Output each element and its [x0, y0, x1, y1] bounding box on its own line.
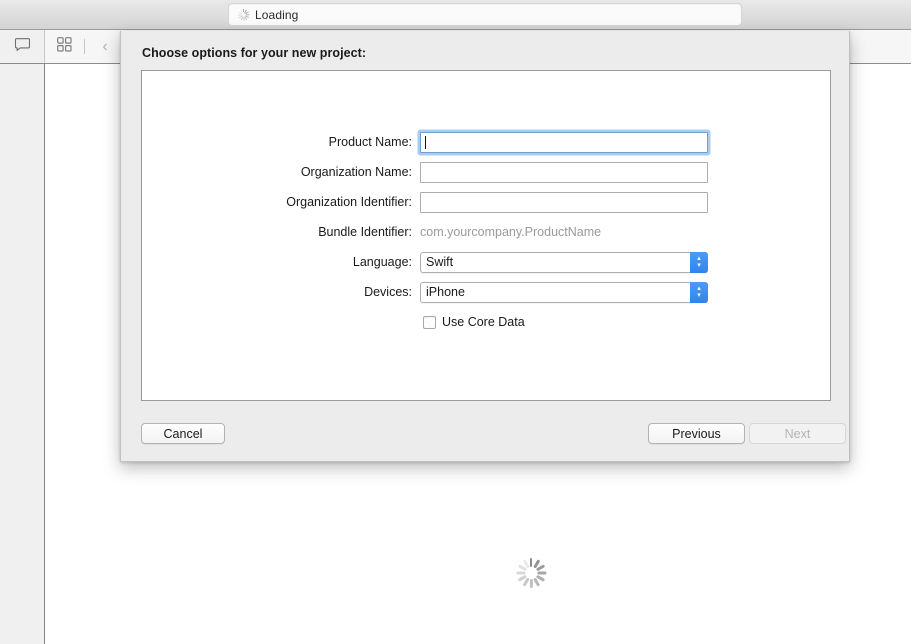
field-label: Devices:	[364, 285, 412, 299]
use-core-data-checkbox[interactable]: Use Core Data	[420, 315, 525, 329]
app-window: Loading ‹ Choose options for your new pr…	[0, 0, 911, 644]
checkbox-label: Use Core Data	[442, 315, 525, 329]
sheet-title: Choose options for your new project:	[142, 46, 367, 60]
cancel-button[interactable]: Cancel	[141, 423, 225, 444]
popup-button[interactable]: Swift ▴ ▾	[420, 251, 708, 273]
previous-button[interactable]: Previous	[648, 423, 745, 444]
field-label: Language:	[352, 255, 412, 269]
grid-icon	[56, 36, 72, 57]
form-row: Organization Identifier:	[142, 191, 832, 213]
form-row: Devices: iPhone ▴ ▾	[142, 281, 832, 303]
form-row: Bundle Identifier: com.yourcompany.Produc…	[142, 221, 832, 243]
spinner-icon	[237, 8, 250, 21]
sheet-content-panel: Product Name: Organization Name: Organizat…	[141, 70, 831, 401]
popup-selected-value: Swift	[426, 255, 454, 269]
field-label: Bundle Identifier:	[318, 225, 412, 239]
chevron-left-icon: ‹	[102, 37, 108, 55]
navigator-toggle-button[interactable]	[0, 30, 45, 63]
checkbox-box-icon[interactable]	[423, 315, 436, 329]
spinner-icon	[515, 557, 547, 589]
chevron-down-icon: ▾	[697, 261, 701, 269]
text-input[interactable]	[420, 161, 708, 183]
chevron-down-icon: ▾	[697, 291, 701, 299]
field-label: Organization Name:	[300, 165, 412, 179]
toolbar-separator	[84, 39, 85, 54]
chevron-up-icon: ▴	[697, 284, 701, 292]
text-caret	[425, 135, 426, 149]
text-input[interactable]	[420, 131, 708, 153]
stepper-icon[interactable]: ▴ ▾	[690, 281, 708, 303]
field-label: Organization Identifier:	[286, 195, 412, 209]
popup-selected-value: iPhone	[426, 285, 465, 299]
editor-layout-button[interactable]	[54, 36, 74, 58]
form-row: Product Name:	[142, 131, 832, 153]
loading-status-label: Loading	[255, 7, 299, 22]
new-project-options-sheet: Choose options for your new project: Pro…	[120, 31, 850, 462]
comment-icon	[14, 37, 30, 56]
next-button: Next	[749, 423, 846, 444]
bundle-identifier-value: com.yourcompany.ProductName	[420, 225, 602, 239]
loading-status-pill: Loading	[228, 3, 742, 26]
navigator-sidebar	[0, 64, 45, 644]
window-titlebar: Loading	[0, 0, 911, 30]
navigate-back-button[interactable]: ‹	[95, 36, 115, 58]
text-input[interactable]	[420, 191, 708, 213]
form-row: Language: Swift ▴ ▾	[142, 251, 832, 273]
form-row: Use Core Data	[142, 311, 832, 333]
chevron-up-icon: ▴	[697, 254, 701, 262]
popup-button[interactable]: iPhone ▴ ▾	[420, 281, 708, 303]
project-options-form: Product Name: Organization Name: Organizat…	[142, 131, 832, 341]
field-label: Product Name:	[328, 135, 412, 149]
stepper-icon[interactable]: ▴ ▾	[690, 251, 708, 273]
form-row: Organization Name:	[142, 161, 832, 183]
